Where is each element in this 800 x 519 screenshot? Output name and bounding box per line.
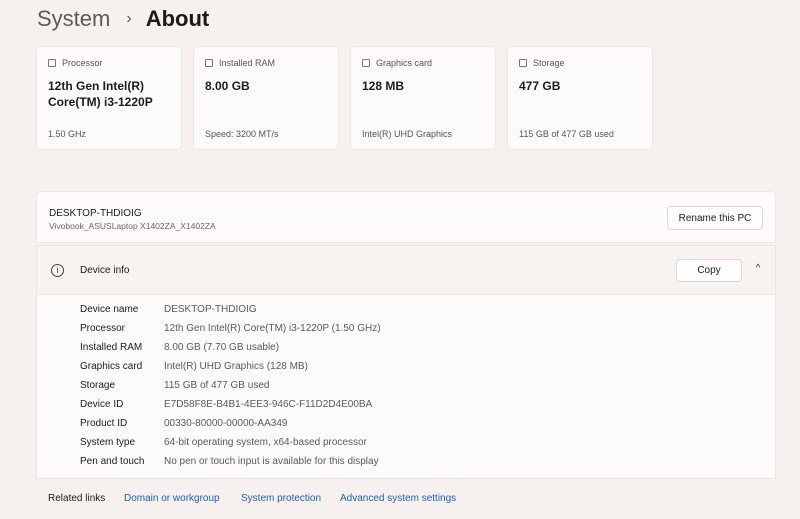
breadcrumb-system[interactable]: System: [37, 6, 110, 32]
spec-value: 00330-80000-00000-AA349: [164, 418, 288, 429]
spec-label: Storage: [80, 380, 116, 391]
spec-label: Pen and touch: [80, 456, 145, 467]
storage-card-label: Storage: [533, 58, 565, 68]
spec-label: Graphics card: [80, 361, 143, 372]
ram-card-label: Installed RAM: [219, 58, 276, 68]
spec-label: Processor: [80, 323, 126, 334]
spec-value: 64-bit operating system, x64-based proce…: [164, 437, 367, 448]
spec-value: 115 GB of 477 GB used: [164, 380, 270, 391]
storage-card-foot: 115 GB of 477 GB used: [519, 129, 614, 139]
storage-card-value: 477 GB: [519, 79, 561, 93]
spec-label: Device ID: [80, 399, 124, 410]
spec-label: System type: [80, 437, 136, 448]
ram-card-foot: Speed: 3200 MT/s: [205, 129, 279, 139]
processor-card-label: Processor: [62, 58, 103, 68]
spec-value: No pen or touch input is available for t…: [164, 456, 379, 467]
spec-row: Pen and touch No pen or touch input is av…: [80, 456, 379, 467]
system-protection-link[interactable]: System protection: [241, 493, 321, 504]
device-info-title: Device info: [80, 265, 130, 276]
pc-name: DESKTOP-THDIOIG: [49, 208, 142, 219]
graphics-card-value: 128 MB: [362, 79, 405, 93]
graphics-card-label: Graphics card: [376, 58, 433, 68]
spec-row: Graphics card Intel(R) UHD Graphics (128 …: [80, 361, 308, 372]
processor-icon: [48, 59, 56, 67]
chevron-up-icon[interactable]: ^: [751, 263, 765, 277]
processor-card-foot: 1.50 GHz: [48, 129, 87, 139]
spec-row: Installed RAM 8.00 GB (7.70 GB usable): [80, 342, 279, 353]
info-icon: i: [51, 264, 64, 277]
spec-value: Intel(R) UHD Graphics (128 MB): [164, 361, 308, 372]
pc-model: Vivobook_ASUSLaptop X1402ZA_X1402ZA: [49, 221, 216, 231]
device-info-header[interactable]: i Device info Copy ^: [36, 245, 776, 295]
rename-pc-button[interactable]: Rename this PC: [667, 206, 763, 230]
spec-label: Device name: [80, 304, 139, 315]
storage-icon: [519, 59, 527, 67]
spec-value: 12th Gen Intel(R) Core(TM) i3-1220P (1.5…: [164, 323, 381, 334]
graphics-card-foot: Intel(R) UHD Graphics: [362, 129, 453, 139]
ram-icon: [205, 59, 213, 67]
device-info-body: Device name DESKTOP-THDIOIG Processor 12th…: [36, 295, 776, 479]
copy-button[interactable]: Copy: [676, 259, 742, 282]
processor-card-value: 12th Gen Intel(R) Core(TM) i3-1220P: [48, 79, 153, 109]
page-title: About: [145, 6, 210, 31]
graphics-card-card: Graphics card 128 MB Intel(R) UHD Graphi…: [350, 46, 496, 150]
spec-value: 8.00 GB (7.70 GB usable): [164, 342, 280, 353]
ram-card: Installed RAM 8.00 GB Speed: 3200 MT/s: [193, 46, 339, 150]
pc-name-panel: DESKTOP-THDIOIG Vivobook_ASUSLaptop X140…: [36, 191, 776, 243]
spec-label: Installed RAM: [80, 342, 143, 353]
breadcrumb: System › About: [37, 6, 209, 32]
domain-workgroup-link[interactable]: Domain or workgroup: [124, 493, 220, 504]
storage-card: Storage 477 GB 115 GB of 477 GB used: [507, 46, 653, 150]
spec-row: Storage 115 GB of 477 GB used: [80, 380, 269, 391]
ram-card-value: 8.00 GB: [205, 79, 250, 93]
advanced-system-settings-link[interactable]: Advanced system settings: [340, 493, 456, 504]
processor-card: Processor 12th Gen Intel(R) Core(TM) i3-…: [36, 46, 182, 150]
spec-row: System type 64-bit operating system, x64-…: [80, 437, 367, 448]
related-links-label: Related links: [48, 493, 106, 504]
breadcrumb-separator: ›: [126, 10, 132, 27]
spec-row: Device ID E7D58F8E-B4B1-4EE3-946C-F11D2D4…: [80, 399, 372, 410]
spec-row: Processor 12th Gen Intel(R) Core(TM) i3-1…: [80, 323, 381, 334]
spec-row: Device name DESKTOP-THDIOIG: [80, 304, 257, 315]
graphics-card-icon: [362, 59, 370, 67]
related-links: Related links Domain or workgroup System…: [36, 479, 776, 519]
spec-value: E7D58F8E-B4B1-4EE3-946C-F11D2D4E00BA: [164, 399, 373, 410]
spec-value: DESKTOP-THDIOIG: [164, 304, 257, 315]
spec-label: Product ID: [80, 418, 128, 429]
spec-row: Product ID 00330-80000-00000-AA349: [80, 418, 287, 429]
